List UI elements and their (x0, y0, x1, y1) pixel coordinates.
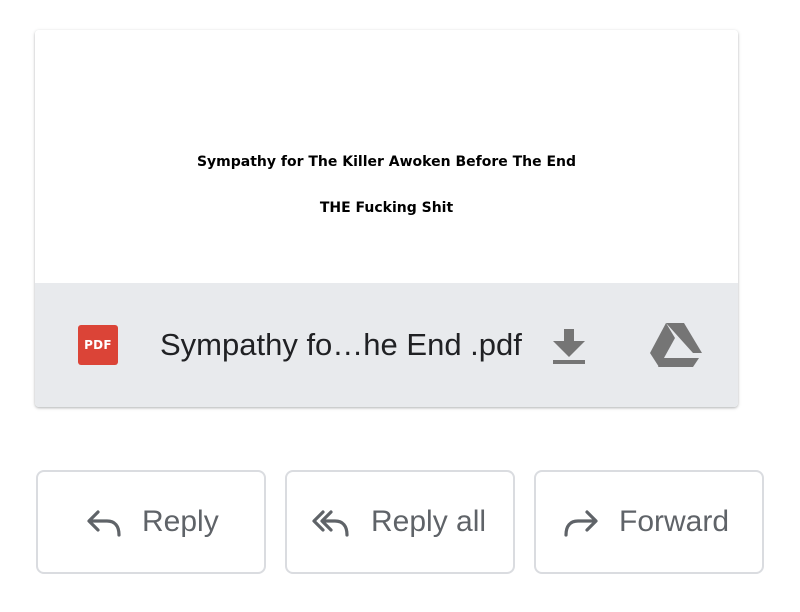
google-drive-icon[interactable] (649, 321, 703, 369)
preview-title-line: Sympathy for The Killer Awoken Before Th… (196, 154, 577, 170)
reply-icon (85, 507, 125, 539)
pdf-file-icon: PDF (78, 325, 118, 365)
attachment-file-name[interactable]: Sympathy fo…he End .pdf (160, 323, 522, 367)
attachment-preview[interactable]: Sympathy for The Killer Awoken Before Th… (35, 30, 738, 283)
forward-button[interactable]: Forward (534, 470, 764, 574)
attachment-footer: PDF Sympathy fo…he End .pdf (35, 283, 738, 407)
forward-label: Forward (619, 505, 730, 538)
reply-all-icon (311, 507, 351, 539)
download-icon[interactable] (547, 323, 591, 367)
email-attachment-view: Sympathy for The Killer Awoken Before Th… (0, 0, 800, 612)
forward-icon (560, 507, 600, 539)
preview-subtitle-line: THE Fucking Shit (319, 200, 454, 216)
attachment-card[interactable]: Sympathy for The Killer Awoken Before Th… (35, 30, 738, 407)
reply-all-button[interactable]: Reply all (285, 470, 515, 574)
reply-label: Reply (142, 505, 219, 538)
reply-all-label: Reply all (371, 505, 487, 538)
reply-button[interactable]: Reply (36, 470, 266, 574)
